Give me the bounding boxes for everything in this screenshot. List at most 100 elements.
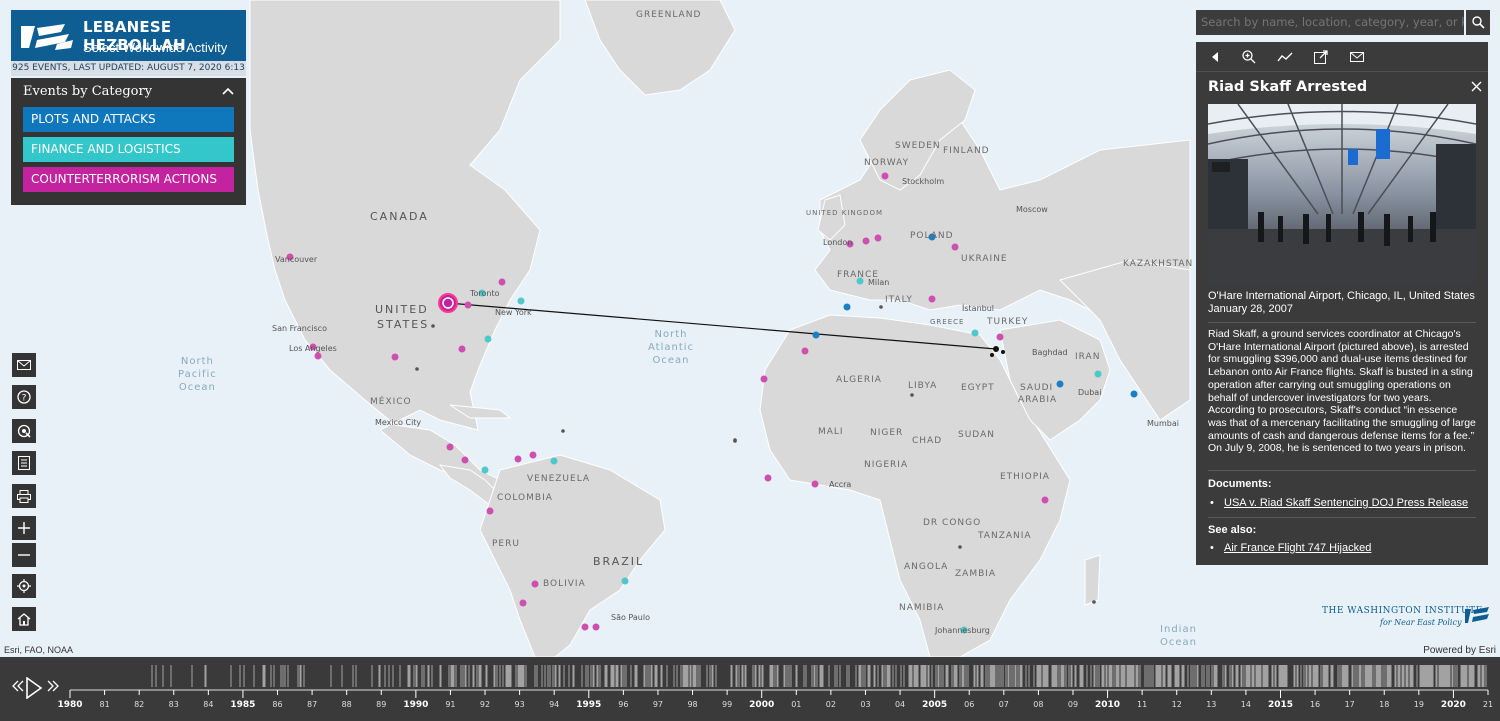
timeline-year-label[interactable]: 2010 [1095, 700, 1120, 710]
timeline-year-label[interactable]: 14 [1241, 700, 1251, 709]
documents-heading: Documents: [1208, 478, 1272, 490]
search-icon[interactable] [1466, 10, 1490, 35]
timeline-year-label[interactable]: 82 [134, 700, 144, 709]
back-icon[interactable] [1206, 48, 1224, 66]
timeline-year-label[interactable]: 1985 [230, 700, 255, 710]
label-mexico: MÉXICO [370, 397, 412, 407]
mail-icon[interactable] [12, 353, 36, 377]
timeline-year-label[interactable]: 83 [169, 700, 179, 709]
washington-institute-branding[interactable]: THE WASHINGTON INSTITUTE for Near East P… [1322, 606, 1490, 634]
branding-line2: for Near East Policy [1380, 618, 1462, 627]
label-turkey: TURKEY [987, 317, 1029, 327]
timeline-year-label[interactable]: 21 [1483, 700, 1493, 709]
timeline-year-label[interactable]: 13 [1206, 700, 1216, 709]
help-icon[interactable]: ? [12, 385, 36, 409]
timeline-year-label[interactable]: 87 [307, 700, 317, 709]
timeline-year-label[interactable]: 91 [445, 700, 455, 709]
timeline-year-label[interactable]: 06 [964, 700, 974, 709]
label-iran: IRAN [1075, 352, 1101, 362]
timeline-year-label[interactable]: 16 [1310, 700, 1320, 709]
zoom-to-icon[interactable] [1240, 48, 1258, 66]
timeline-year-label[interactable]: 94 [549, 700, 559, 709]
timeline-year-label[interactable]: 1980 [57, 700, 82, 710]
timeline-year-label[interactable]: 2015 [1268, 700, 1293, 710]
timeline-year-label[interactable]: 18 [1379, 700, 1389, 709]
timeline-year-label[interactable]: 19 [1414, 700, 1424, 709]
label-poland: POLAND [910, 231, 954, 241]
map-attribution: Esri, FAO, NOAA [4, 645, 74, 655]
close-icon[interactable] [1471, 79, 1482, 96]
divider [1208, 470, 1476, 471]
timeline-year-label[interactable]: 2000 [749, 700, 774, 710]
timeline-year-label[interactable]: 17 [1345, 700, 1355, 709]
event-photo [1208, 104, 1476, 284]
timeline-year-label[interactable]: 11 [1137, 700, 1147, 709]
see-also-heading: See also: [1208, 524, 1257, 536]
timeline-year-label[interactable]: 03 [860, 700, 870, 709]
label-north-atlantic: North Atlantic Ocean [648, 329, 695, 366]
timeline-year-label[interactable]: 89 [376, 700, 386, 709]
timeline-year-label[interactable]: 99 [722, 700, 732, 709]
chevron-up-icon[interactable] [222, 84, 234, 98]
timeline-year-label[interactable]: 04 [895, 700, 905, 709]
home-icon[interactable] [12, 607, 36, 631]
timeline-year-label[interactable]: 84 [203, 700, 213, 709]
label-peru: PERU [492, 539, 520, 549]
timeline-year-label[interactable]: 97 [653, 700, 663, 709]
label-chad: CHAD [912, 436, 943, 446]
timeline-year-label[interactable]: 02 [826, 700, 836, 709]
timeline-year-label[interactable]: 09 [1068, 700, 1078, 709]
label-indian-ocean: Indian Ocean [1160, 624, 1197, 648]
timeline-year-label[interactable]: 81 [99, 700, 109, 709]
timeline-year-label[interactable]: 1990 [403, 700, 428, 710]
label-algeria: ALGERIA [836, 375, 882, 385]
label-brazil: BRAZIL [593, 555, 645, 568]
gps-icon[interactable] [12, 574, 36, 598]
zoom-out-icon[interactable] [12, 543, 36, 567]
label-saudi-arabia-1: SAUDI [1020, 383, 1054, 393]
category-heading: Events by Category [23, 84, 153, 99]
label-libya: LIBYA [908, 381, 938, 391]
label-stockholm: Stockholm [902, 177, 945, 186]
timeline-event-ticks [69, 665, 1489, 698]
print-icon[interactable] [12, 484, 36, 508]
timeline-year-label[interactable]: 86 [272, 700, 282, 709]
timeline-year-label[interactable]: 1995 [576, 700, 601, 710]
timeline-year-label[interactable]: 2005 [922, 700, 947, 710]
timeline-year-label[interactable]: 12 [1172, 700, 1182, 709]
zoom-in-icon[interactable] [12, 516, 36, 540]
document-link[interactable]: USA v. Riad Skaff Sentencing DOJ Press R… [1210, 497, 1468, 509]
see-also-link[interactable]: Air France Flight 747 Hijacked [1210, 542, 1371, 554]
events-count: 925 EVENTS, LAST UPDATED: AUGUST 7, 2020… [11, 61, 246, 88]
timeline-year-label[interactable]: 98 [687, 700, 697, 709]
search-input[interactable] [1196, 10, 1464, 35]
timeline-year-label[interactable]: 96 [618, 700, 628, 709]
label-angola: ANGOLA [904, 562, 949, 572]
powered-by[interactable]: Powered by Esri [1423, 645, 1496, 656]
document-icon[interactable] [12, 451, 36, 475]
category-counterterrorism[interactable]: COUNTERTERRORISM ACTIONS [23, 167, 234, 192]
label-istanbul: İstanbul [962, 304, 995, 313]
label-sweden: SWEDEN [895, 141, 941, 151]
timeline[interactable]: 1980 81 82 83 84 1985 86 87 88 89 1990 91 92 93 94 1995… [0, 657, 1500, 721]
label-mumbai: Mumbai [1147, 419, 1179, 428]
label-norway: NORWAY [864, 158, 910, 168]
category-plots-attacks[interactable]: PLOTS AND ATTACKS [23, 107, 234, 132]
event-location: O'Hare International Airport, Chicago, I… [1208, 290, 1475, 316]
timeline-year-label[interactable]: 01 [791, 700, 801, 709]
trend-icon[interactable] [1276, 48, 1294, 66]
timeline-year-label[interactable]: 92 [480, 700, 490, 709]
mail-icon[interactable] [1348, 48, 1366, 66]
timeline-year-label[interactable]: 93 [515, 700, 525, 709]
label-dr-congo: DR CONGO [923, 518, 982, 528]
timeline-year-label[interactable]: 88 [342, 700, 352, 709]
share-icon[interactable] [1312, 48, 1330, 66]
timeline-year-label[interactable]: 08 [1033, 700, 1043, 709]
timeline-year-label[interactable]: 07 [999, 700, 1009, 709]
label-greenland: GREENLAND [636, 10, 702, 20]
label-niger: NIGER [870, 428, 904, 438]
timeline-year-label[interactable]: 2020 [1441, 700, 1466, 710]
category-finance-logistics[interactable]: FINANCE AND LOGISTICS [23, 137, 234, 162]
locate-search-icon[interactable] [12, 419, 36, 443]
label-milan: Milan [868, 278, 890, 287]
